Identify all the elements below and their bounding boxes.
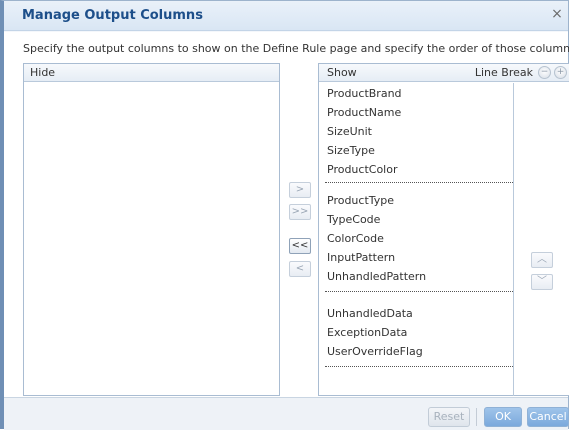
list-item[interactable]: ColorCode xyxy=(327,230,512,248)
hide-list[interactable] xyxy=(24,83,279,396)
dialog-body: Specify the output columns to show on th… xyxy=(4,32,569,397)
order-buttons-column: ︿ ﹀ xyxy=(515,83,569,396)
list-item[interactable]: UserOverrideFlag xyxy=(327,343,512,361)
chevron-down-icon[interactable]: ﹀ xyxy=(531,274,553,290)
dialog-title-bar[interactable]: Manage Output Columns × xyxy=(4,1,568,31)
move-left-button[interactable]: < xyxy=(289,261,311,277)
show-panel-header: Show Line Break − + xyxy=(319,64,569,82)
close-icon[interactable]: × xyxy=(550,6,564,22)
move-all-left-button[interactable]: << xyxy=(289,238,311,254)
manage-output-columns-dialog: Manage Output Columns × Specify the outp… xyxy=(0,0,569,430)
list-item[interactable]: UnhandledData xyxy=(327,305,512,323)
chevron-up-icon[interactable]: ︿ xyxy=(531,252,553,268)
list-item[interactable]: ProductType xyxy=(327,192,512,210)
dialog-footer: Reset OK Cancel xyxy=(4,397,569,430)
list-item[interactable]: TypeCode xyxy=(327,211,512,229)
dialog-title: Manage Output Columns xyxy=(22,8,203,23)
minus-circle-icon[interactable]: − xyxy=(538,66,551,79)
list-item[interactable]: ExceptionData xyxy=(327,324,512,342)
hide-panel-title: Hide xyxy=(30,66,56,79)
list-item[interactable]: UnhandledPattern xyxy=(327,268,512,286)
line-break-label: Line Break xyxy=(474,66,533,79)
ok-button[interactable]: OK xyxy=(484,407,522,427)
list-item[interactable]: InputPattern xyxy=(327,249,512,267)
line-break-divider[interactable] xyxy=(325,182,513,183)
move-all-right-button[interactable]: >> xyxy=(289,204,311,220)
move-right-button[interactable]: > xyxy=(289,182,311,198)
line-break-divider[interactable] xyxy=(325,366,513,367)
list-item[interactable]: ProductName xyxy=(327,104,512,122)
list-item[interactable]: ProductBrand xyxy=(327,85,512,103)
instruction-text: Specify the output columns to show on th… xyxy=(23,42,569,55)
list-item[interactable]: SizeUnit xyxy=(327,123,512,141)
list-item[interactable]: ProductColor xyxy=(327,161,512,179)
list-item[interactable]: SizeType xyxy=(327,142,512,160)
footer-separator xyxy=(476,408,477,426)
show-panel: Show Line Break − + ProductBrand Product… xyxy=(318,63,569,396)
show-panel-title: Show xyxy=(327,66,357,79)
plus-circle-icon[interactable]: + xyxy=(554,66,567,79)
hide-panel-header: Hide xyxy=(24,64,279,82)
cancel-button[interactable]: Cancel xyxy=(527,407,569,427)
reset-button[interactable]: Reset xyxy=(428,407,470,427)
hide-panel: Hide xyxy=(23,63,280,396)
show-list[interactable]: ProductBrand ProductName SizeUnit SizeTy… xyxy=(319,83,514,396)
line-break-divider[interactable] xyxy=(325,291,513,292)
